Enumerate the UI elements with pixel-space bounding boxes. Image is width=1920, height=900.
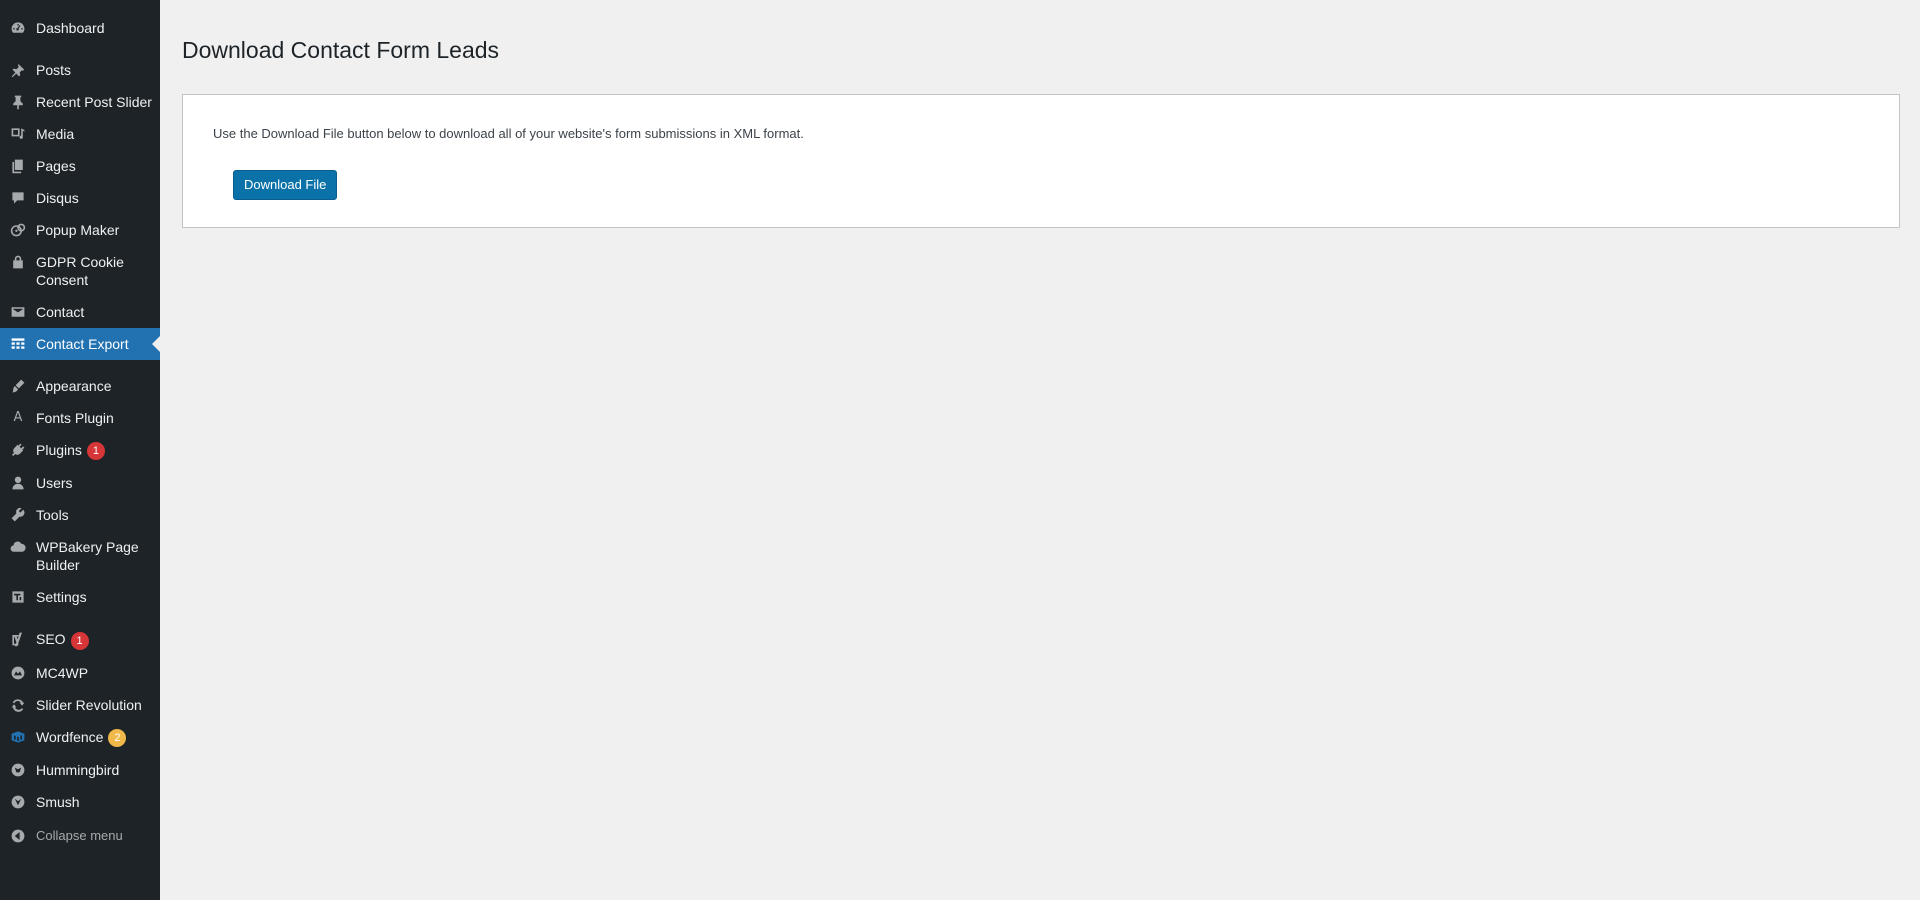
menu-label-hummingbird: Hummingbird — [36, 761, 120, 778]
media-icon — [8, 125, 28, 143]
menu-label-smush: Smush — [36, 793, 80, 810]
menu-label-posts: Posts — [36, 62, 72, 78]
menu-item-pages[interactable]: Pages — [0, 150, 160, 182]
table-icon — [8, 335, 28, 353]
brush-icon — [8, 377, 28, 395]
menu-label-seo: SEO — [36, 631, 66, 648]
menu-item-tools[interactable]: Tools — [0, 499, 160, 531]
wrench-icon — [8, 506, 28, 524]
menu-item-popup-maker[interactable]: Popup Maker — [0, 214, 160, 246]
menu-item-seo[interactable]: SEO 1 — [0, 623, 160, 656]
menu-label-users: Users — [36, 475, 73, 492]
yoast-icon — [8, 630, 28, 648]
wordfence-alert-badge: 2 — [108, 728, 127, 747]
cloud-icon — [8, 538, 28, 556]
lock-icon — [8, 253, 28, 271]
wordfence-icon — [8, 728, 28, 746]
menu-label-contact: Contact — [36, 304, 85, 320]
menu-item-settings[interactable]: Settings — [0, 581, 160, 613]
font-icon: A — [13, 410, 23, 425]
smush-icon — [8, 793, 28, 811]
download-card: Use the Download File button below to do… — [182, 93, 1900, 228]
refresh-icon — [8, 696, 28, 714]
menu-item-recent-post-slider[interactable]: Recent Post Slider — [0, 86, 160, 118]
menu-label-wpbakery: WPBakery Page Builder — [36, 539, 139, 574]
menu-label-slider-revolution: Slider Revolution — [36, 696, 142, 713]
admin-sidebar: Dashboard Posts Recent Post Slider Media — [0, 0, 160, 900]
collapse-menu-button[interactable]: Collapse menu — [0, 820, 160, 852]
page-title: Download Contact Form Leads — [182, 37, 500, 63]
menu-label-settings: Settings — [36, 589, 87, 606]
menu-item-mc4wp[interactable]: MC4WP — [0, 657, 160, 689]
menu-item-dashboard[interactable]: Dashboard — [0, 12, 160, 44]
menu-label-dashboard: Dashboard — [36, 20, 105, 36]
mc4wp-icon — [8, 664, 28, 682]
download-file-button[interactable]: Download File — [233, 169, 338, 200]
plugins-update-badge: 1 — [86, 442, 105, 461]
menu-label-gdpr-cookie-consent: GDPR Cookie Consent — [36, 254, 124, 288]
menu-item-wordfence[interactable]: Wordfence 2 — [0, 721, 160, 754]
menu-label-popup-maker: Popup Maker — [36, 222, 120, 238]
menu-label-media: Media — [36, 126, 75, 142]
mail-icon — [8, 303, 28, 321]
admin-menu: Dashboard Posts Recent Post Slider Media — [0, 0, 160, 852]
menu-label-disqus: Disqus — [36, 190, 79, 206]
menu-item-disqus[interactable]: Disqus — [0, 182, 160, 214]
hummingbird-icon — [8, 761, 28, 779]
collapse-arrow-icon — [8, 827, 28, 845]
seo-notification-badge: 1 — [70, 631, 89, 650]
menu-label-appearance: Appearance — [36, 378, 112, 394]
menu-item-media[interactable]: Media — [0, 118, 160, 150]
menu-label-wordfence: Wordfence — [36, 728, 104, 745]
collapse-menu-label: Collapse menu — [36, 827, 123, 843]
popup-maker-icon — [8, 221, 28, 239]
menu-label-pages: Pages — [36, 158, 76, 174]
menu-item-gdpr-cookie-consent[interactable]: GDPR Cookie Consent — [0, 246, 160, 296]
pin-icon — [8, 61, 28, 79]
menu-item-appearance[interactable]: Appearance — [0, 370, 160, 402]
menu-label-contact-export: Contact Export — [36, 336, 129, 352]
menu-item-users[interactable]: Users — [0, 467, 160, 499]
menu-item-posts[interactable]: Posts — [0, 54, 160, 86]
menu-label-tools: Tools — [36, 507, 69, 524]
user-icon — [8, 474, 28, 492]
menu-item-plugins[interactable]: Plugins 1 — [0, 434, 160, 467]
menu-item-contact[interactable]: Contact — [0, 296, 160, 328]
dashboard-icon — [8, 19, 28, 37]
menu-label-mc4wp: MC4WP — [36, 664, 89, 681]
menu-label-fonts-plugin: Fonts Plugin — [36, 410, 114, 426]
menu-item-contact-export[interactable]: Contact Export — [0, 328, 160, 360]
wp-admin: Dashboard Posts Recent Post Slider Media — [0, 0, 1920, 900]
menu-item-wpbakery[interactable]: WPBakery Page Builder — [0, 531, 160, 581]
download-description: Use the Download File button below to do… — [213, 125, 804, 141]
menu-item-slider-revolution[interactable]: Slider Revolution — [0, 689, 160, 721]
main-content: Download Contact Form Leads Use the Down… — [182, 0, 1900, 228]
comment-icon — [8, 189, 28, 207]
menu-label-plugins: Plugins — [36, 442, 82, 458]
plugin-icon — [8, 441, 28, 459]
menu-item-hummingbird[interactable]: Hummingbird — [0, 754, 160, 786]
menu-item-smush[interactable]: Smush — [0, 786, 160, 818]
menu-item-fonts-plugin[interactable]: A Fonts Plugin — [0, 402, 160, 434]
menu-label-recent-post-slider: Recent Post Slider — [36, 94, 152, 110]
settings-icon — [8, 588, 28, 606]
pushpin-icon — [8, 93, 28, 111]
pages-icon — [8, 157, 28, 175]
